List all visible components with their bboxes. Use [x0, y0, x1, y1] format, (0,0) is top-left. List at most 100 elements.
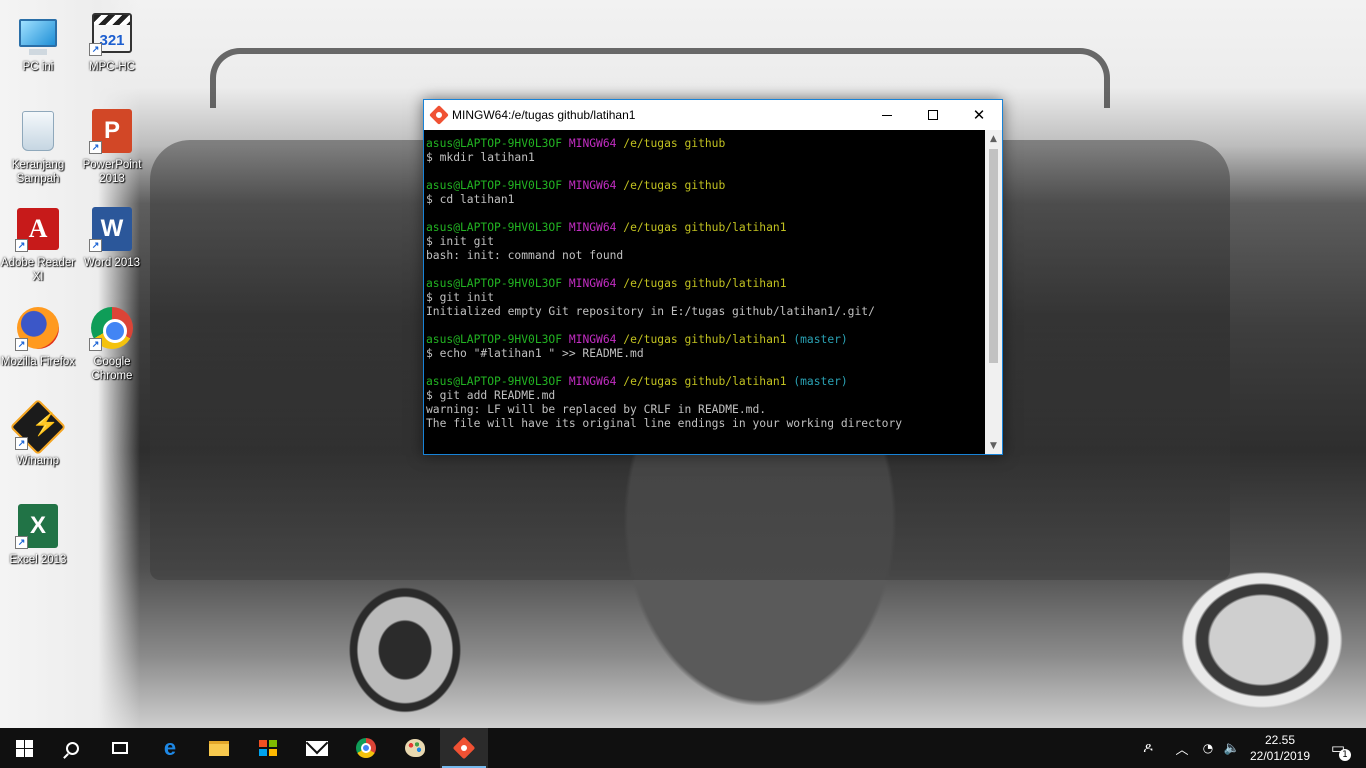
scrollbar-thumb[interactable] — [989, 149, 998, 363]
close-icon: ✕ — [972, 105, 986, 124]
chevron-down-icon: ▼ — [990, 440, 997, 451]
computer-icon — [15, 10, 61, 56]
prompt-branch: (master) — [793, 375, 848, 388]
show-hidden-icons-button[interactable]: ︿ — [1170, 728, 1194, 768]
terminal-output-line: $ echo "#latihan1 " >> README.md — [426, 347, 986, 361]
terminal-text: $ git add README.md — [426, 389, 556, 402]
git-bash-icon — [429, 105, 449, 125]
action-center-button[interactable]: ▭ 1 — [1318, 728, 1358, 768]
prompt-user: asus@LAPTOP-9HV0L3OF — [426, 137, 563, 150]
desktop-icon-word[interactable]: W ↗ Word 2013 — [74, 206, 150, 270]
terminal-text: $ echo "#latihan1 " >> README.md — [426, 347, 644, 360]
terminal-prompt-line: asus@LAPTOP-9HV0L3OF MINGW64 /e/tugas gi… — [426, 375, 986, 389]
desktop-icon-excel[interactable]: X ↗ Excel 2013 — [0, 503, 76, 567]
taskbar-git-bash[interactable] — [440, 728, 488, 768]
terminal-prompt-line: asus@LAPTOP-9HV0L3OF MINGW64 /e/tugas gi… — [426, 221, 986, 235]
taskbar-chrome[interactable] — [342, 728, 390, 768]
prompt-path: /e/tugas github/latihan1 — [623, 375, 787, 388]
close-button[interactable]: ✕ — [956, 100, 1002, 130]
terminal-output-line: $ git add README.md — [426, 389, 986, 403]
prompt-user: asus@LAPTOP-9HV0L3OF — [426, 277, 563, 290]
notification-count-badge: 1 — [1339, 749, 1351, 761]
network-button[interactable]: ◔ — [1196, 728, 1220, 768]
people-button[interactable]: ዶ — [1134, 728, 1162, 768]
clock[interactable]: 22.55 22/01/2019 — [1242, 732, 1318, 764]
prompt-user: asus@LAPTOP-9HV0L3OF — [426, 333, 563, 346]
desktop-icon-label: PC ini — [22, 61, 54, 73]
terminal-text: bash: init: command not found — [426, 249, 624, 262]
scroll-down-button[interactable]: ▼ — [985, 437, 1002, 454]
prompt-path: /e/tugas github/latihan1 — [623, 221, 787, 234]
task-view-button[interactable] — [96, 728, 144, 768]
prompt-host: MINGW64 — [568, 333, 617, 346]
desktop-icon-chrome[interactable]: ↗ Google Chrome — [74, 305, 150, 383]
prompt-host: MINGW64 — [568, 375, 617, 388]
prompt-user: asus@LAPTOP-9HV0L3OF — [426, 221, 563, 234]
taskbar-file-explorer[interactable] — [195, 728, 243, 768]
desktop-icon-label: PowerPoint 2013 — [82, 159, 142, 185]
desktop-icon-label: Mozilla Firefox — [0, 356, 76, 368]
desktop-icon-pc[interactable]: PC ini — [0, 10, 76, 74]
chrome-icon — [356, 738, 376, 758]
minimize-button[interactable] — [864, 100, 910, 130]
maximize-button[interactable] — [910, 100, 956, 130]
terminal-output-line: $ init git — [426, 235, 986, 249]
word-icon: W ↗ — [89, 206, 135, 252]
people-icon: ዶ — [1143, 740, 1153, 756]
terminal-output-line: $ mkdir latihan1 — [426, 151, 986, 165]
terminal-text: $ git init — [426, 291, 495, 304]
terminal-output-line: Initialized empty Git repository in E:/t… — [426, 305, 986, 319]
prompt-path: /e/tugas github/latihan1 — [623, 333, 787, 346]
desktop-icon-recycle-bin[interactable]: Keranjang Sampah — [0, 108, 76, 186]
prompt-host: MINGW64 — [568, 137, 617, 150]
desktop-icon-mpc-hc[interactable]: 321 ↗ MPC-HC — [74, 10, 150, 74]
mpc-hc-icon: 321 ↗ — [89, 10, 135, 56]
chevron-up-icon: ▲ — [990, 133, 997, 144]
terminal-output-line: $ cd latihan1 — [426, 193, 986, 207]
clock-date: 22/01/2019 — [1249, 749, 1311, 763]
terminal-output-line: The file will have its original line end… — [426, 417, 986, 431]
search-button[interactable] — [48, 728, 96, 768]
desktop-icon-label: Adobe Reader XI — [0, 257, 76, 283]
taskbar: e ዶ ︿ ◔ 🔈 22.55 22/01/2019 ▭ 1 — [0, 728, 1366, 768]
terminal-text: Initialized empty Git repository in E:/t… — [426, 305, 875, 318]
terminal-output[interactable]: asus@LAPTOP-9HV0L3OF MINGW64 /e/tugas gi… — [424, 130, 986, 454]
window-titlebar[interactable]: MINGW64:/e/tugas github/latihan1 ✕ — [424, 100, 1002, 130]
taskbar-mail[interactable] — [293, 728, 341, 768]
desktop-icon-winamp[interactable]: ↗ Winamp — [0, 398, 76, 468]
paint-icon — [405, 739, 425, 757]
clock-time: 22.55 — [1264, 733, 1296, 747]
mail-icon — [306, 740, 328, 756]
start-button[interactable] — [0, 728, 48, 768]
prompt-path: /e/tugas github/latihan1 — [623, 277, 787, 290]
search-icon — [65, 741, 79, 755]
excel-icon: X ↗ — [15, 503, 61, 549]
volume-button[interactable]: 🔈 — [1220, 728, 1244, 768]
powerpoint-icon: P ↗ — [89, 108, 135, 154]
desktop-icon-firefox[interactable]: ↗ Mozilla Firefox — [0, 305, 76, 369]
desktop-icon-label: Keranjang Sampah — [11, 159, 65, 185]
desktop-icon-powerpoint[interactable]: P ↗ PowerPoint 2013 — [74, 108, 150, 186]
chevron-up-icon: ︿ — [1175, 742, 1189, 758]
scroll-up-button[interactable]: ▲ — [985, 130, 1002, 147]
prompt-path: /e/tugas github — [623, 137, 726, 150]
taskbar-edge[interactable]: e — [146, 728, 194, 768]
terminal-prompt-line: asus@LAPTOP-9HV0L3OF MINGW64 /e/tugas gi… — [426, 137, 986, 151]
prompt-user: asus@LAPTOP-9HV0L3OF — [426, 375, 563, 388]
terminal-window[interactable]: MINGW64:/e/tugas github/latihan1 ✕ asus@… — [423, 99, 1003, 455]
taskbar-store[interactable] — [244, 728, 292, 768]
terminal-prompt-line: asus@LAPTOP-9HV0L3OF MINGW64 /e/tugas gi… — [426, 333, 986, 347]
terminal-output-line: $ git init — [426, 291, 986, 305]
terminal-output-line: warning: LF will be replaced by CRLF in … — [426, 403, 986, 417]
prompt-host: MINGW64 — [568, 221, 617, 234]
desktop-icon-label: Word 2013 — [83, 257, 141, 269]
terminal-scrollbar[interactable]: ▲ ▼ — [985, 130, 1002, 454]
desktop-icon-adobe-reader[interactable]: A ↗ Adobe Reader XI — [0, 206, 76, 284]
terminal-prompt-line: asus@LAPTOP-9HV0L3OF MINGW64 /e/tugas gi… — [426, 179, 986, 193]
terminal-text: warning: LF will be replaced by CRLF in … — [426, 403, 767, 416]
taskbar-paint[interactable] — [391, 728, 439, 768]
